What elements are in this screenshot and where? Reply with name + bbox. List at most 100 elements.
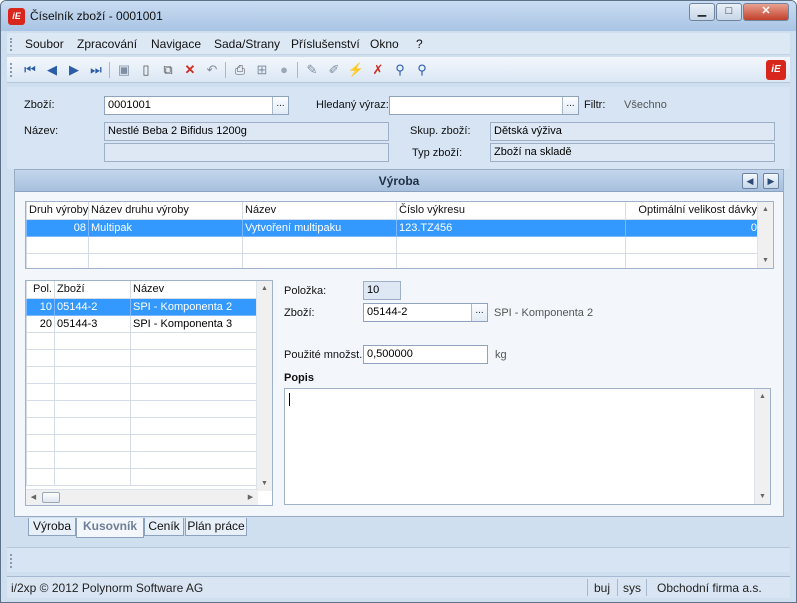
column-header[interactable]: Název druhu výroby	[88, 202, 243, 220]
search-lookup-button[interactable]: ...	[562, 97, 578, 114]
filtr-value[interactable]: Všechno	[624, 99, 667, 111]
table-cell[interactable]: 08	[26, 218, 89, 237]
menu-bar: Soubor Zpracování Navigace Sada/Strany P…	[7, 33, 790, 55]
table-row[interactable]	[26, 331, 259, 350]
scroll-up-icon[interactable]: ▲	[758, 202, 773, 217]
production-table: Druh výroby Název druhu výroby Název Čís…	[26, 202, 760, 268]
scroll-left-icon[interactable]: ◀	[26, 490, 41, 505]
menu-help[interactable]: ?	[416, 37, 423, 51]
zbozi-lookup-button[interactable]: ...	[272, 97, 288, 114]
tab-cenik[interactable]: Ceník	[144, 518, 184, 536]
table-row[interactable]: 20 05144-3 SPI - Komponenta 3	[26, 314, 259, 333]
maximize-button[interactable]: □	[716, 3, 742, 21]
table-row[interactable]	[26, 416, 259, 435]
column-header[interactable]: Optimální velikost dávky	[625, 202, 760, 220]
table-row[interactable]	[26, 252, 760, 268]
table-row[interactable]: 10 05144-2 SPI - Komponenta 2	[26, 297, 259, 316]
delete-icon[interactable]: ✕	[181, 61, 199, 79]
skup-field[interactable]: Dětská výživa	[490, 122, 775, 141]
polozka-label: Položka:	[284, 285, 327, 297]
column-header[interactable]: Číslo výkresu	[396, 202, 626, 220]
table-row[interactable]	[26, 382, 259, 401]
column-header[interactable]: Zboží	[54, 281, 131, 299]
column-header[interactable]: Název	[242, 202, 397, 220]
tab-vyroba[interactable]: Výroba	[28, 518, 76, 536]
popis-scrollbar[interactable]: ▲ ▼	[754, 389, 770, 504]
components-vscrollbar[interactable]: ▲ ▼	[256, 281, 272, 491]
save-icon[interactable]: ▣	[115, 61, 133, 79]
search-input[interactable]: ...	[389, 96, 579, 115]
clear-filter-icon[interactable]: ✗	[369, 61, 387, 79]
section-next-icon[interactable]: ▶	[763, 173, 779, 189]
table-row[interactable]	[26, 433, 259, 452]
tree-icon[interactable]: ⊞	[253, 61, 271, 79]
scroll-down-icon[interactable]: ▼	[755, 489, 770, 504]
minimize-button[interactable]: ▁	[689, 3, 715, 21]
table-row[interactable]	[26, 235, 760, 254]
scroll-right-icon[interactable]: ▶	[243, 490, 258, 505]
undo-icon[interactable]: ↶	[203, 61, 221, 79]
table-cell[interactable]: Vytvoření multipaku	[242, 218, 397, 237]
table-cell[interactable]: 0	[625, 218, 760, 237]
table-row[interactable]	[26, 450, 259, 469]
previous-record-icon[interactable]: ◀	[43, 61, 61, 79]
filter-icon[interactable]: ⚡	[347, 61, 365, 79]
scroll-up-icon[interactable]: ▲	[257, 281, 272, 296]
search-icon[interactable]: ⚲	[391, 61, 409, 79]
table-row[interactable]	[26, 467, 259, 486]
first-record-icon[interactable]: ⏮	[21, 61, 39, 79]
detail-zbozi-field[interactable]: 05144-2 ...	[363, 303, 488, 322]
menu-navigace[interactable]: Navigace	[151, 37, 201, 51]
title-bar: iE Číselník zboží - 0001001 ▁ □ ✕	[1, 1, 796, 31]
tab-plan-prace[interactable]: Plán práce	[185, 518, 247, 536]
scroll-up-icon[interactable]: ▲	[755, 389, 770, 404]
menu-okno[interactable]: Okno	[370, 37, 399, 51]
menu-prislusenstvi[interactable]: Příslušenství	[291, 37, 360, 51]
nazev-field-2[interactable]	[104, 143, 389, 162]
table-cell[interactable]: 05144-2	[54, 297, 131, 316]
table-cell[interactable]: 05144-3	[54, 314, 131, 333]
popis-label: Popis	[284, 372, 314, 384]
tab-kusovnik[interactable]: Kusovník	[76, 518, 144, 538]
next-record-icon[interactable]: ▶	[65, 61, 83, 79]
table-row[interactable]: 08 Multipak Vytvoření multipaku 123.TZ45…	[26, 218, 760, 237]
scroll-thumb[interactable]	[42, 492, 60, 503]
table-cell[interactable]: 10	[26, 297, 55, 316]
advanced-search-icon[interactable]: ⚲	[413, 61, 431, 79]
column-header[interactable]: Pol.	[26, 281, 55, 299]
section-prev-icon[interactable]: ◀	[742, 173, 758, 189]
table-cell[interactable]: 123.TZ456	[396, 218, 626, 237]
table-cell[interactable]: SPI - Komponenta 3	[130, 314, 259, 333]
typ-field[interactable]: Zboží na skladě	[490, 143, 775, 162]
production-scrollbar[interactable]: ▲ ▼	[757, 202, 773, 268]
detail-zbozi-lookup-button[interactable]: ...	[471, 304, 487, 321]
last-record-icon[interactable]: ⏭	[87, 61, 105, 79]
column-header[interactable]: Druh výroby	[26, 202, 89, 220]
table-cell[interactable]: Multipak	[88, 218, 243, 237]
scroll-down-icon[interactable]: ▼	[758, 253, 773, 268]
scroll-down-icon[interactable]: ▼	[257, 476, 272, 491]
table-row[interactable]	[26, 348, 259, 367]
new-document-icon[interactable]: ▯	[137, 61, 155, 79]
menu-soubor[interactable]: Soubor	[25, 37, 64, 51]
table-cell[interactable]: 20	[26, 314, 55, 333]
components-hscrollbar[interactable]: ◀ ▶	[26, 489, 258, 505]
eraser-icon[interactable]: ✐	[325, 61, 343, 79]
popis-textarea[interactable]: ▲ ▼	[284, 388, 771, 505]
table-row[interactable]	[26, 365, 259, 384]
table-row[interactable]	[26, 399, 259, 418]
status-copyright: i/2xp © 2012 Polynorm Software AG	[11, 581, 204, 595]
stop-icon[interactable]: ●	[275, 61, 293, 79]
nazev-field[interactable]: Nestlé Beba 2 Bifidus 1200g	[104, 122, 389, 141]
menu-zpracovani[interactable]: Zpracování	[77, 37, 137, 51]
mnozstvi-field[interactable]: 0,500000	[363, 345, 488, 364]
zbozi-field[interactable]: 0001001 ...	[104, 96, 289, 115]
edit-pencil-icon[interactable]: ✎	[303, 61, 321, 79]
print-icon[interactable]: ⎙	[231, 61, 249, 79]
close-button[interactable]: ✕	[743, 3, 789, 21]
menu-sada-strany[interactable]: Sada/Strany	[214, 37, 280, 51]
polozka-field[interactable]: 10	[363, 281, 401, 300]
column-header[interactable]: Název	[130, 281, 259, 299]
table-cell[interactable]: SPI - Komponenta 2	[130, 297, 259, 316]
copy-icon[interactable]: ⧉	[159, 61, 177, 79]
